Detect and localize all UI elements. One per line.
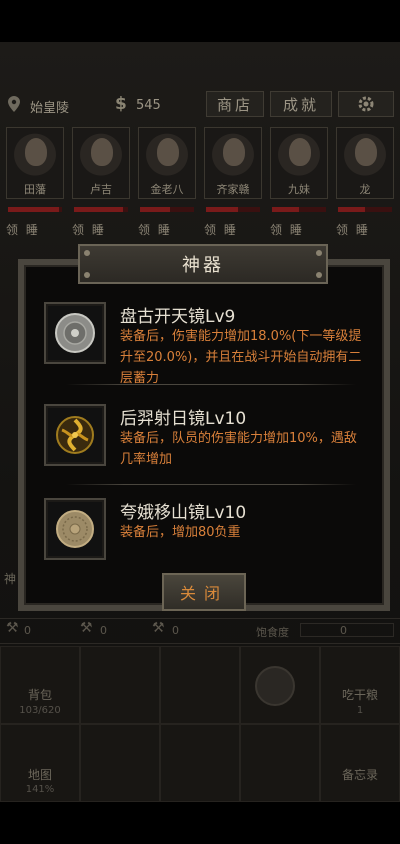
member-card[interactable]: 齐家赣 领 睡	[204, 127, 262, 239]
rivet-icon	[84, 250, 90, 256]
member-card[interactable]: 田藩 领 睡	[6, 127, 64, 239]
artifact-slot	[44, 404, 106, 466]
eat-count: 1	[356, 705, 364, 716]
location-pin-icon	[8, 96, 20, 112]
member-card[interactable]: 龙 领 睡	[336, 127, 394, 239]
artifact-title: 夸娥移山镜Lv10	[120, 503, 247, 523]
divider	[66, 484, 356, 485]
member-action[interactable]: 领 睡	[204, 221, 262, 238]
member-action[interactable]: 领 睡	[6, 221, 64, 238]
artifact-desc: 装备后，增加80负重	[120, 525, 241, 540]
artifact-slot	[44, 302, 106, 364]
rivet-icon	[316, 272, 322, 278]
member-hp-bar	[8, 207, 62, 212]
artifact-desc: 装备后，队员的伤害能力增加10%，遇敌几率增加	[120, 431, 357, 467]
member-name: 田藩	[24, 183, 46, 196]
member-hp-bar	[272, 207, 326, 212]
dialog-title: 神器	[182, 255, 224, 276]
map-label: 地图	[27, 768, 52, 782]
member-card[interactable]: 九妹 领 睡	[270, 127, 328, 239]
stat-value: 0	[100, 624, 107, 637]
artifact-title: 盘古开天镜Lv9	[120, 307, 236, 327]
rivet-icon	[316, 250, 322, 256]
money-value: 545	[136, 98, 161, 113]
bag-count: 103/620	[19, 705, 61, 716]
member-action[interactable]: 领 睡	[72, 221, 130, 238]
sun-mirror-icon	[56, 416, 94, 454]
artifact-desc: 装备后，伤害能力增加18.0%(下一等级提升至20.0%)，并且在战斗开始自动拥…	[120, 329, 362, 386]
memo-label: 备忘录	[341, 768, 378, 782]
tool-icon: ⚒	[80, 620, 93, 636]
memo-button[interactable]	[320, 724, 400, 802]
member-card[interactable]: 卢吉 领 睡	[72, 127, 130, 239]
team-members: 田藩 领 睡 卢吉 领 睡 金老八 领 睡 齐家赣 领 睡 九妹 领 睡 龙 领…	[6, 127, 396, 242]
bag-label: 背包	[27, 688, 52, 702]
member-hp-bar	[206, 207, 260, 212]
stat-value: 0	[24, 624, 31, 637]
divider	[66, 384, 356, 385]
eye-icon	[255, 666, 295, 706]
hunger-value: 0	[340, 624, 347, 637]
achievements-button[interactable]: 成就	[270, 91, 332, 117]
member-name: 龙	[359, 183, 371, 196]
member-card[interactable]: 金老八 领 睡	[138, 127, 196, 239]
gear-icon	[358, 96, 374, 112]
up-arrow-button[interactable]	[160, 646, 240, 724]
member-name: 金老八	[150, 183, 184, 196]
settings-button[interactable]	[338, 91, 394, 117]
close-button[interactable]: 关闭	[162, 573, 246, 611]
member-name: 九妹	[288, 183, 310, 196]
member-name: 齐家赣	[216, 183, 250, 196]
rivet-icon	[84, 272, 90, 278]
hunger-bar	[300, 623, 394, 637]
side-tab-label[interactable]: 神	[4, 570, 16, 587]
location-label: 始皇陵	[30, 101, 70, 116]
member-hp-bar	[140, 207, 194, 212]
stat-value: 0	[172, 624, 179, 637]
map-percent: 141%	[25, 784, 55, 795]
status-bar	[0, 0, 400, 42]
artifact-slot	[44, 498, 106, 560]
shop-button[interactable]: 商店	[206, 91, 264, 117]
hunger-label: 饱食度	[256, 626, 289, 639]
member-hp-bar	[74, 207, 128, 212]
money-icon: $	[115, 94, 127, 114]
nav-bar	[0, 802, 400, 844]
member-action[interactable]: 领 睡	[138, 221, 196, 238]
silver-mirror-icon	[55, 313, 95, 353]
eat-label: 吃干粮	[341, 688, 378, 702]
artifact-title: 后羿射日镜Lv10	[120, 409, 247, 429]
down-arrow-button[interactable]	[160, 724, 240, 802]
bronze-mirror-icon	[56, 510, 94, 548]
left-arrow-button[interactable]	[80, 724, 160, 802]
grid-cell	[80, 646, 160, 724]
member-name: 卢吉	[90, 183, 112, 196]
shovel-icon: ⚒	[6, 620, 19, 636]
member-action[interactable]: 领 睡	[270, 221, 328, 238]
dialog-title-plate: 神器	[78, 244, 328, 284]
member-hp-bar	[338, 207, 392, 212]
spade-icon: ⚒	[152, 620, 165, 636]
right-arrow-button[interactable]	[240, 724, 320, 802]
member-action[interactable]: 领 睡	[336, 221, 394, 238]
